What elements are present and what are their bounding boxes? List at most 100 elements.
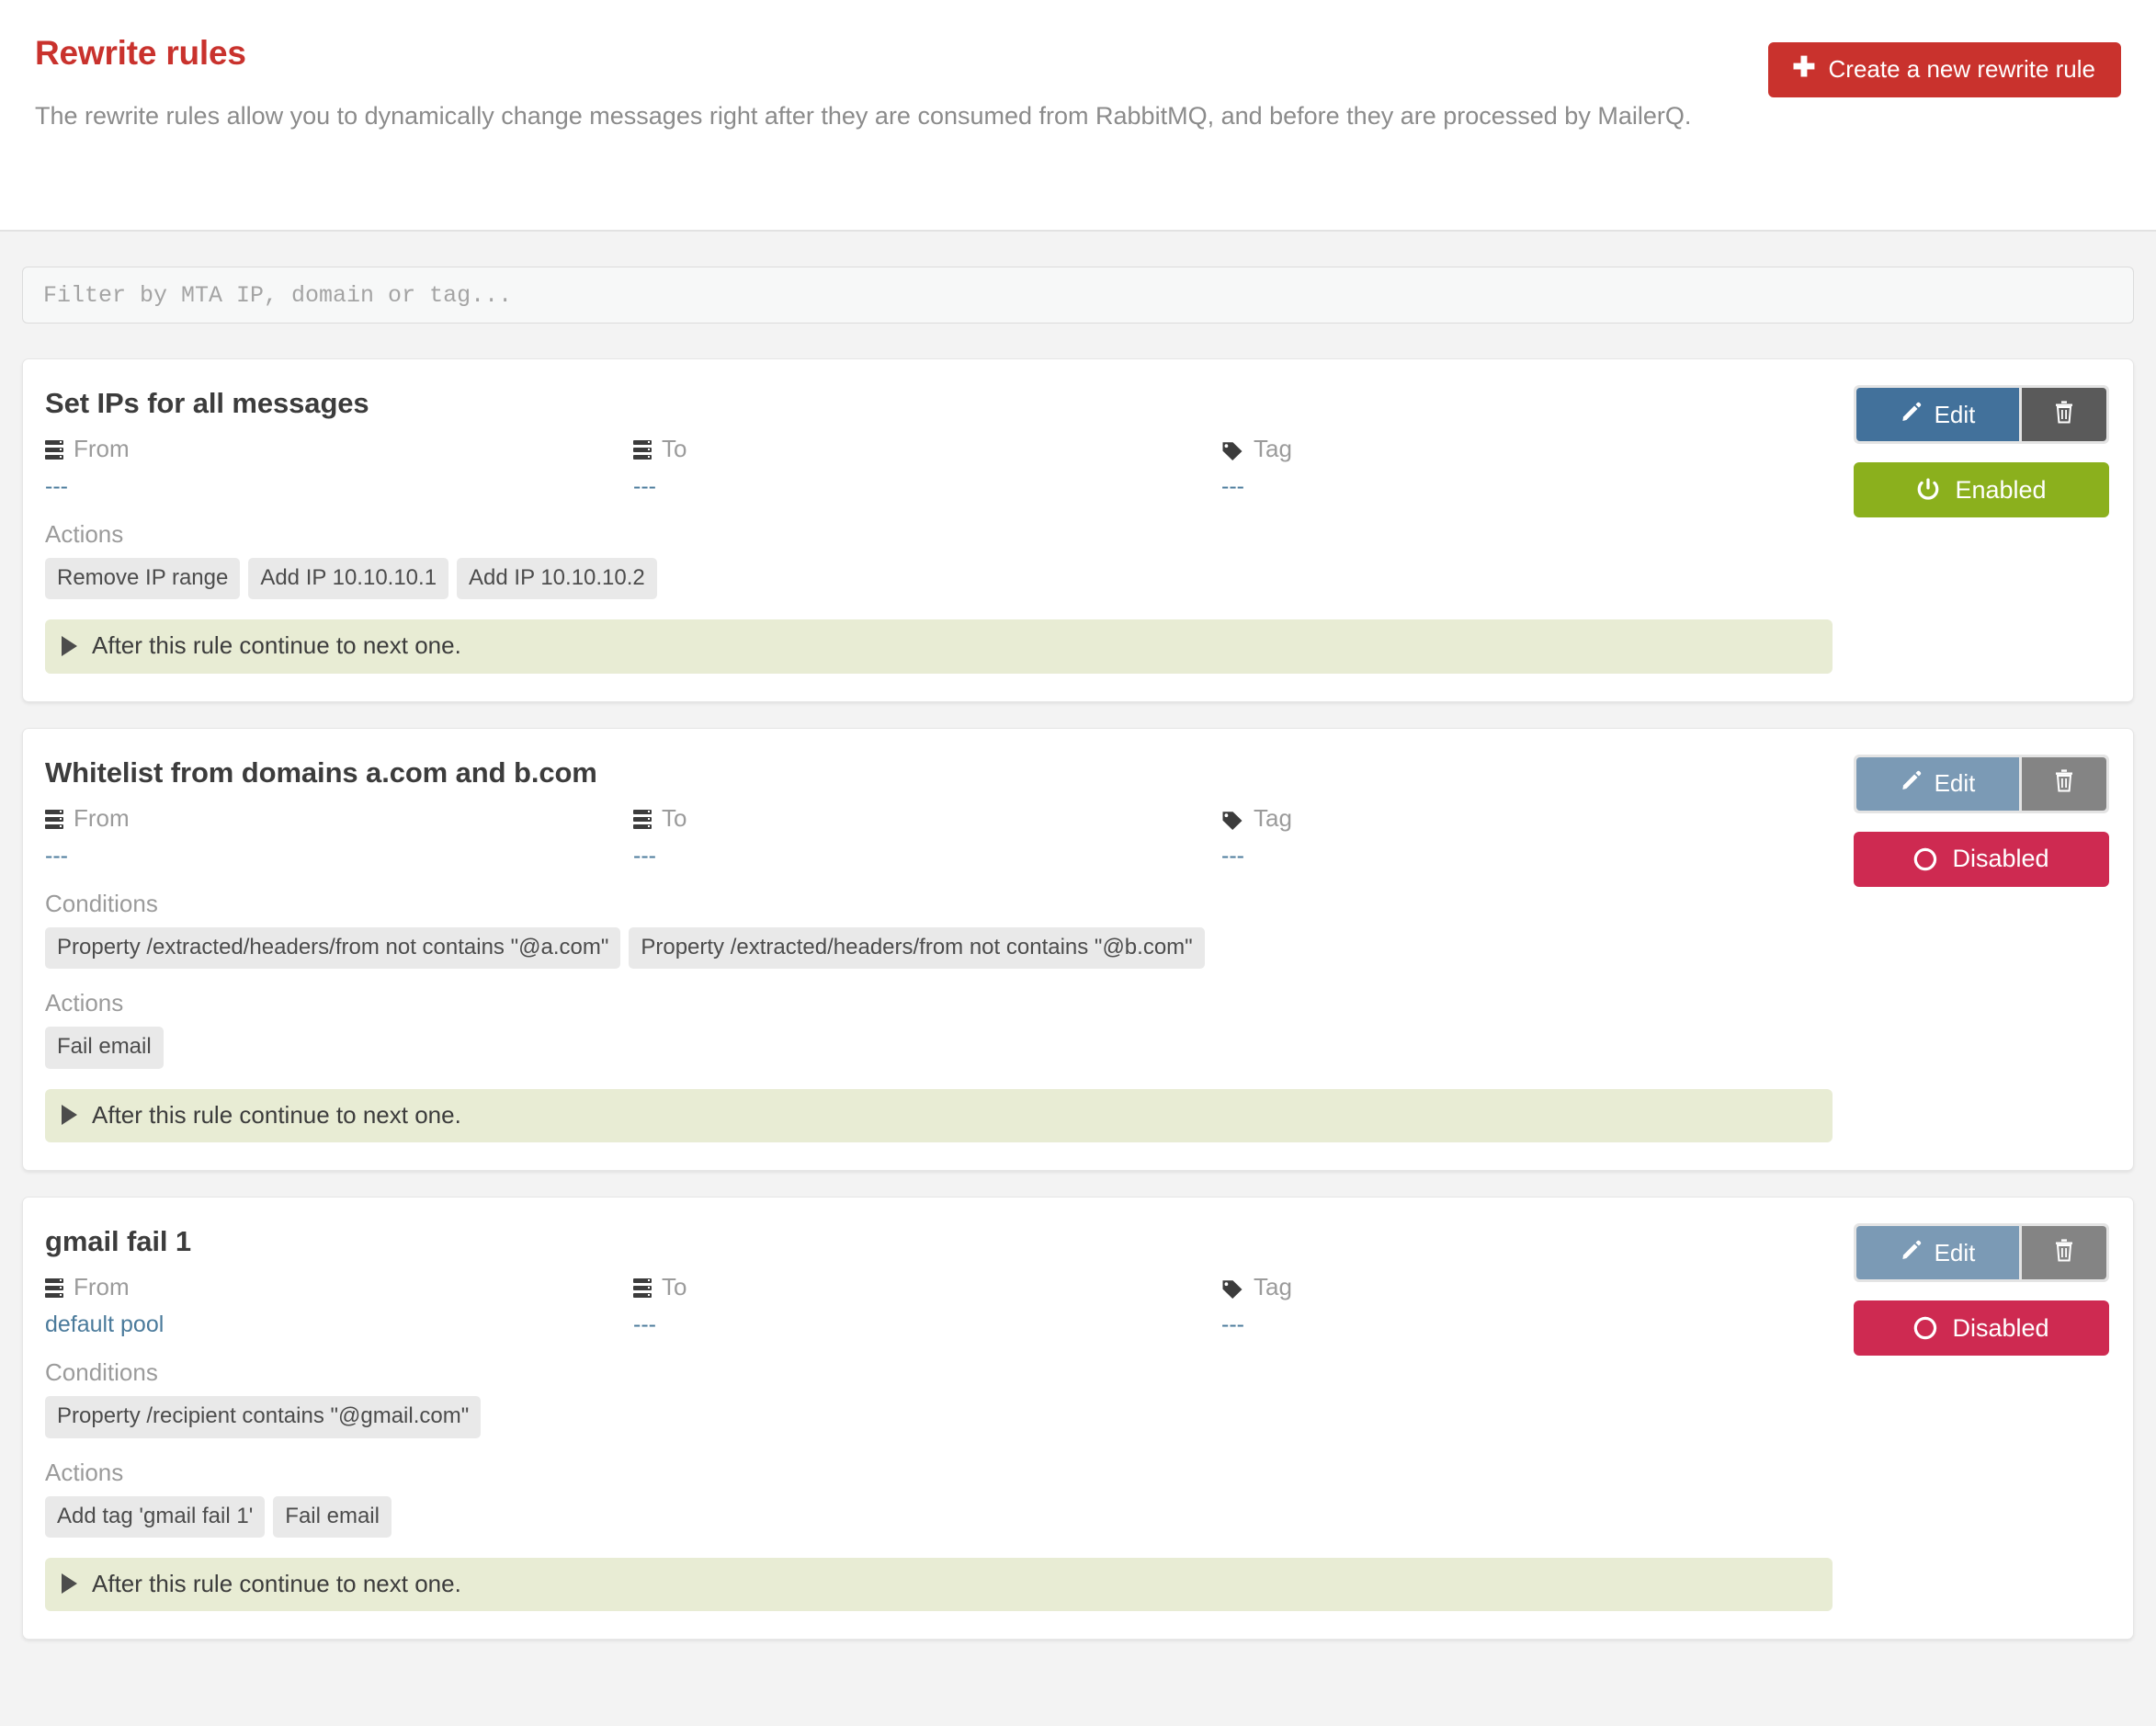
server-icon: [633, 1277, 652, 1299]
rule-to-column: To ---: [633, 435, 1221, 500]
actions-label: Actions: [45, 1459, 2109, 1487]
from-value[interactable]: default pool: [45, 1311, 633, 1338]
rule-actions-stack: Edit: [1854, 385, 2109, 517]
trash-icon: [2053, 768, 2075, 799]
conditions-block: Conditions Property /extracted/headers/f…: [45, 890, 2109, 969]
rule-meta-row: From --- To ---: [45, 435, 2109, 500]
to-value[interactable]: ---: [633, 472, 1221, 500]
edit-delete-group: Edit: [1854, 385, 2109, 444]
status-toggle-button[interactable]: Disabled: [1854, 832, 2109, 887]
continue-bar: After this rule continue to next one.: [45, 1089, 1833, 1143]
rule-from-column: From ---: [45, 435, 633, 500]
to-label: To: [633, 804, 1221, 833]
continue-text: After this rule continue to next one.: [92, 1102, 461, 1129]
condition-chip: Property /extracted/headers/from not con…: [629, 927, 1204, 969]
conditions-label: Conditions: [45, 890, 2109, 918]
actions-block: Actions Add tag 'gmail fail 1'Fail email: [45, 1459, 2109, 1538]
rule-to-column: To ---: [633, 804, 1221, 869]
power-icon: [1913, 1316, 1937, 1340]
from-value[interactable]: ---: [45, 842, 633, 869]
edit-button[interactable]: Edit: [1856, 1226, 2019, 1279]
rule-name: Whitelist from domains a.com and b.com: [45, 756, 2109, 789]
rule-name: gmail fail 1: [45, 1225, 2109, 1258]
server-icon: [45, 1277, 63, 1299]
condition-chip: Property /extracted/headers/from not con…: [45, 927, 620, 969]
create-new-rewrite-rule-button[interactable]: ✚ Create a new rewrite rule: [1768, 42, 2121, 97]
continue-text: After this rule continue to next one.: [92, 632, 461, 659]
rule-actions-stack: Edit: [1854, 1223, 2109, 1356]
to-value[interactable]: ---: [633, 842, 1221, 869]
conditions-label: Conditions: [45, 1358, 2109, 1387]
edit-delete-group: Edit: [1854, 755, 2109, 813]
edit-delete-group: Edit: [1854, 1223, 2109, 1282]
rule-tag-column: Tag ---: [1221, 804, 1810, 869]
rule-tag-column: Tag ---: [1221, 435, 1810, 500]
from-label: From: [45, 1273, 633, 1301]
rule-tag-column: Tag ---: [1221, 1273, 1810, 1338]
conditions-chips: Property /recipient contains "@gmail.com…: [45, 1396, 2109, 1437]
tag-label: Tag: [1221, 1273, 1810, 1301]
power-icon: [1916, 478, 1940, 502]
condition-chip: Property /recipient contains "@gmail.com…: [45, 1396, 481, 1437]
action-chip: Add tag 'gmail fail 1': [45, 1496, 265, 1538]
from-label: From: [45, 435, 633, 463]
tag-icon: [1221, 809, 1243, 829]
rule-from-column: From ---: [45, 804, 633, 869]
edit-button[interactable]: Edit: [1856, 388, 2019, 441]
actions-chips: Add tag 'gmail fail 1'Fail email: [45, 1496, 2109, 1538]
conditions-chips: Property /extracted/headers/from not con…: [45, 927, 2109, 969]
power-icon: [1913, 847, 1937, 871]
action-chip: Add IP 10.10.10.2: [457, 558, 657, 599]
rule-meta-row: From --- To ---: [45, 804, 2109, 869]
play-triangle-icon: [62, 636, 77, 656]
actions-chips: Remove IP rangeAdd IP 10.10.10.1Add IP 1…: [45, 558, 2109, 599]
edit-button-label: Edit: [1935, 769, 1976, 798]
trash-icon: [2053, 400, 2075, 430]
continue-bar: After this rule continue to next one.: [45, 1558, 1833, 1612]
status-toggle-button[interactable]: Disabled: [1854, 1300, 2109, 1356]
status-label: Disabled: [1952, 845, 2048, 873]
continue-bar: After this rule continue to next one.: [45, 619, 1833, 674]
rule-actions-stack: Edit: [1854, 755, 2109, 887]
server-icon: [45, 438, 63, 460]
page-description: The rewrite rules allow you to dynamical…: [35, 98, 1965, 133]
action-chip: Add IP 10.10.10.1: [248, 558, 448, 599]
delete-button[interactable]: [2022, 1226, 2106, 1279]
tag-value[interactable]: ---: [1221, 1311, 1810, 1338]
tag-value[interactable]: ---: [1221, 472, 1810, 500]
page-header: Rewrite rules The rewrite rules allow yo…: [0, 0, 2156, 232]
pencil-icon: [1901, 769, 1923, 798]
rule-card-3: gmail fail 1 From default pool To ---: [22, 1197, 2134, 1640]
to-value[interactable]: ---: [633, 1311, 1221, 1338]
status-label: Enabled: [1955, 476, 2046, 505]
pencil-icon: [1901, 1239, 1923, 1267]
tag-value[interactable]: ---: [1221, 842, 1810, 869]
to-label: To: [633, 435, 1221, 463]
rule-name: Set IPs for all messages: [45, 387, 2109, 420]
trash-icon: [2053, 1238, 2075, 1268]
rule-from-column: From default pool: [45, 1273, 633, 1338]
from-label: From: [45, 804, 633, 833]
server-icon: [633, 808, 652, 830]
continue-text: After this rule continue to next one.: [92, 1571, 461, 1597]
filter-input[interactable]: [22, 267, 2134, 324]
rule-to-column: To ---: [633, 1273, 1221, 1338]
server-icon: [45, 808, 63, 830]
tag-label: Tag: [1221, 435, 1810, 463]
plus-icon: ✚: [1792, 54, 1815, 82]
pencil-icon: [1901, 401, 1923, 429]
delete-button[interactable]: [2022, 757, 2106, 811]
action-chip: Fail email: [273, 1496, 391, 1538]
from-value[interactable]: ---: [45, 472, 633, 500]
rules-list: Set IPs for all messages From --- To ---: [0, 324, 2156, 1640]
play-triangle-icon: [62, 1105, 77, 1125]
delete-button[interactable]: [2022, 388, 2106, 441]
play-triangle-icon: [62, 1573, 77, 1594]
rule-card-2: Whitelist from domains a.com and b.com F…: [22, 728, 2134, 1171]
to-label: To: [633, 1273, 1221, 1301]
actions-block: Actions Remove IP rangeAdd IP 10.10.10.1…: [45, 520, 2109, 599]
rule-meta-row: From default pool To ---: [45, 1273, 2109, 1338]
tag-icon: [1221, 1277, 1243, 1298]
status-toggle-button[interactable]: Enabled: [1854, 462, 2109, 517]
edit-button[interactable]: Edit: [1856, 757, 2019, 811]
